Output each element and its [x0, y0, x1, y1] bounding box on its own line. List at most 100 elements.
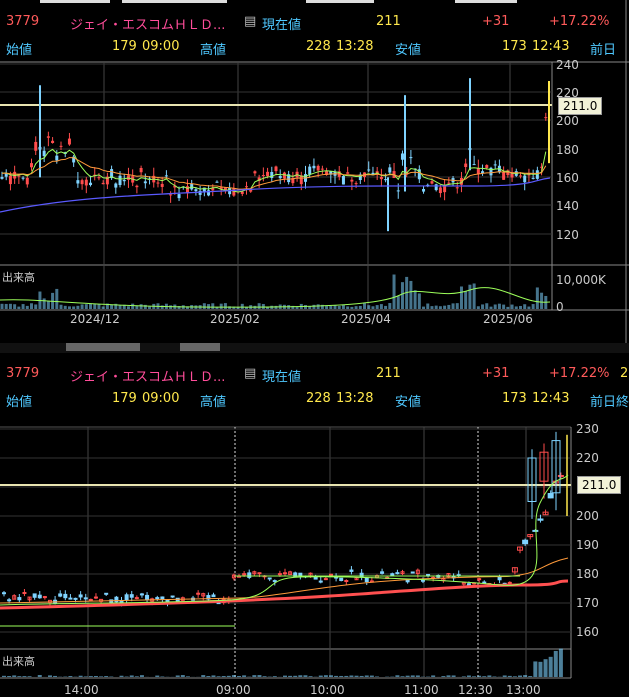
date-tick: 2025/04 [341, 312, 391, 326]
volume-bar [89, 304, 92, 309]
volume-bar [217, 676, 221, 677]
time-tick: 13:00 [506, 683, 541, 697]
candle-body [161, 184, 164, 187]
candle-body [527, 174, 530, 175]
candle-body [156, 183, 159, 184]
volume-bar [140, 675, 144, 677]
volume-bar [422, 307, 425, 309]
daily-candle-chart[interactable] [0, 0, 629, 343]
price-tick: 160 [556, 171, 579, 185]
volume-bar [319, 676, 323, 677]
moving-average-mid [0, 558, 568, 603]
volume-bar [222, 676, 226, 677]
candle-body [275, 167, 278, 172]
volume-bar [380, 304, 383, 309]
volume-bar [503, 675, 507, 677]
candle-body [144, 181, 147, 183]
candle-body [421, 580, 424, 581]
volume-bar [9, 304, 12, 309]
candle-body [435, 184, 438, 190]
candle-body [396, 573, 399, 574]
volume-bar [84, 676, 88, 677]
tab-control[interactable] [66, 343, 140, 351]
volume-bar [97, 304, 100, 309]
volume-bar [43, 298, 46, 309]
candle-body [355, 183, 358, 184]
volume-bar [401, 282, 404, 309]
volume-average [0, 288, 550, 308]
current-price-marker: 211.0 [558, 97, 602, 115]
candle-body [533, 530, 538, 531]
candle-body [268, 578, 271, 579]
volume-bar [492, 676, 496, 677]
date-tick: 2025/06 [483, 312, 533, 326]
volume-bar [397, 296, 400, 309]
volume-bar [489, 307, 492, 309]
candle-body [558, 475, 563, 476]
tab-control[interactable] [180, 343, 220, 351]
candle-body [258, 573, 261, 574]
candle-body [273, 581, 276, 582]
volume-bar [135, 306, 138, 309]
candle-body [478, 579, 481, 580]
volume-bar [55, 289, 58, 309]
volume-bar [258, 303, 261, 309]
candle-body [156, 598, 159, 599]
candle-body [59, 594, 62, 596]
volume-bar [363, 303, 366, 309]
candle-body [102, 183, 105, 184]
volume-bar [135, 676, 139, 677]
candle-body [253, 171, 256, 173]
volume-bar [464, 292, 467, 309]
candle-body [262, 175, 265, 176]
volume-bar [227, 676, 231, 677]
volume-bar [446, 675, 450, 677]
volume-bar [186, 676, 190, 677]
candle-body [401, 153, 404, 159]
volume-bar [13, 304, 16, 309]
volume-bar [477, 306, 480, 309]
volume-bar [443, 306, 446, 309]
candle-body [411, 572, 414, 573]
volume-bar [252, 675, 256, 677]
candle-body [456, 187, 459, 188]
volume-bar [104, 676, 108, 677]
volume-bar [7, 676, 11, 677]
candle-body [114, 184, 117, 188]
price-tick: 200 [556, 114, 579, 128]
volume-bar [130, 675, 134, 677]
volume-bar [532, 304, 535, 309]
volume-bar [68, 306, 71, 309]
candle-body [199, 191, 202, 195]
candle-body [439, 187, 442, 193]
candle-body [23, 593, 26, 594]
volume-bar [468, 285, 471, 309]
volume-bar [482, 676, 486, 677]
candle-body [3, 593, 6, 594]
volume-bar [127, 306, 130, 309]
volume-label: 出来高 [2, 653, 35, 669]
candle-body [494, 164, 497, 165]
volume-bar [472, 676, 476, 677]
volume-tick: 10,000K [556, 273, 606, 287]
candle-body [207, 190, 210, 195]
volume-bar [346, 306, 349, 309]
candle-body [329, 574, 332, 575]
candle-body [232, 188, 235, 195]
volume-bar [148, 307, 151, 309]
candle-body [473, 164, 476, 165]
candle-body [299, 573, 302, 576]
volume-bar [349, 675, 353, 677]
volume-bar [384, 306, 387, 309]
volume-bar [416, 675, 420, 677]
intraday-candle-chart[interactable] [0, 353, 629, 694]
volume-bar [263, 676, 267, 677]
volume-bar [120, 676, 124, 677]
volume-bar [288, 676, 292, 677]
volume-bar [30, 303, 33, 309]
candle-body [345, 581, 348, 582]
candle-body [76, 180, 79, 183]
candle-body [365, 578, 368, 582]
candle-body [278, 574, 281, 575]
candle-body [283, 173, 286, 179]
